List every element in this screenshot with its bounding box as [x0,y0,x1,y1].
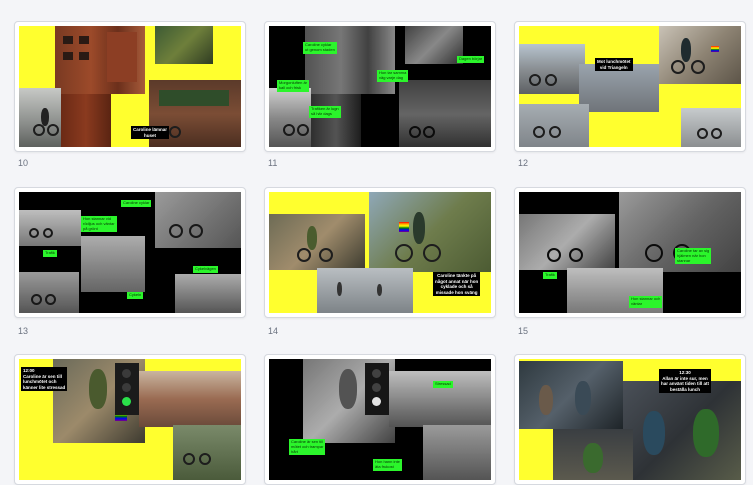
market-photo [173,425,241,480]
slide-tag: Cykeln [127,292,144,299]
slide-tag: Trafiken är lugn så här dags [309,106,341,118]
slide-tag: Hon stannar vid rödljus och väntar på gr… [81,216,117,233]
slide-canvas: Caroline lämnar huset [19,26,241,147]
cyclist-photo [19,210,81,246]
slide-tag: Hon stannar och väntar [629,296,663,308]
building-photo [305,26,395,94]
bike-lane-photo [519,104,589,147]
slide-canvas: 12:00 Caroline är sen till lunchmötet oc… [19,359,241,480]
slide-caption: 12:30 Allan är inte sur, men har använt … [659,369,712,393]
street-photo [389,371,491,427]
slide-number: 11 [268,158,278,168]
slide-canvas: Caroline cyklar ut genom staden Morgonlu… [269,26,491,147]
slide-thumbnail-14[interactable]: Caroline tänkte på något annat när hon c… [264,187,496,318]
slide-tag: Trafik [43,250,57,257]
lunch-photo [623,381,741,480]
crossing-photo [681,108,741,147]
slide-number: 14 [268,326,279,336]
traffic-light-photo [115,363,139,415]
street-photo [81,236,145,292]
slide-tag: Caroline är sen till mötet och trampar h… [289,439,326,456]
slide-tag: Stressad [433,381,453,388]
slide-tag: Caroline cyklar ut genom staden [303,42,337,54]
slide-thumbnail-13[interactable]: Caroline cyklar Hon stannar vid rödljus … [14,187,246,318]
slide-canvas: Stressad Caroline är sen till mötet och … [269,359,491,480]
slide-sorter-grid: Caroline lämnar huset 10 Caroline cyklar… [0,0,753,485]
slide-canvas: Caroline tänkte på något annat när hon c… [269,192,491,313]
table-photo [553,429,633,480]
slide-tag: Cykelvägen [193,266,218,273]
cyclist-photo [269,214,365,270]
road-photo [579,64,659,112]
street-photo [19,88,61,147]
slide-tag: Caroline cyklar [121,200,152,207]
slide-number: 12 [518,158,529,168]
brick-wall-photo [311,94,361,147]
slide-caption: Mot lunchmötet vid Triangeln [595,58,633,71]
slide-number: 10 [18,158,29,168]
slide-thumbnail-18[interactable]: 12:30 Allan är inte sur, men har använt … [514,354,746,485]
slide-thumbnail-16[interactable]: 12:00 Caroline är sen till lunchmötet oc… [14,354,246,485]
slide-caption: Caroline lämnar huset [131,126,170,139]
market-photo [423,425,491,480]
cyclist-photo [659,26,741,84]
street-photo [269,88,311,147]
street-photo [519,44,585,94]
slide-tag: Trafik [543,272,557,279]
lane-photo [19,272,79,313]
tree-photo [405,26,463,64]
corner-photo [175,274,241,313]
slide-canvas: Caroline cyklar Hon stannar vid rödljus … [19,192,241,313]
slide-tag: Morgonluften är kall och frisk [277,80,310,92]
slide-tag: Hon hann inte äta frukost [373,459,402,471]
slide-number: 13 [18,326,29,336]
tree-photo [155,26,213,64]
cyclist-photo [519,214,615,270]
building-photo [55,26,145,94]
slide-caption: 12:00 Caroline är sen till lunchmötet oc… [21,367,68,391]
slide-thumbnail-10[interactable]: Caroline lämnar huset [14,21,246,152]
slide-number: 15 [518,326,529,336]
rainbow-flag-photo [369,192,491,272]
bike-photo [155,192,241,248]
slide-thumbnail-17[interactable]: Stressad Caroline är sen till mötet och … [264,354,496,485]
slide-canvas: 12:30 Allan är inte sur, men har använt … [519,359,741,480]
slide-tag: Dagen börjar [457,56,485,63]
slide-thumbnail-15[interactable]: Caroline tar av sig hjälmen när hon stan… [514,187,746,318]
traffic-light-photo [365,363,389,415]
slide-thumbnail-12[interactable]: Mot lunchmötet vid Triangeln [514,21,746,152]
slide-tag: Hon tar samma väg varje dag [377,70,409,82]
cafe-photo [519,361,623,429]
street-photo [317,268,413,313]
slide-canvas: Mot lunchmötet vid Triangeln [519,26,741,147]
facade-photo [399,80,491,147]
slide-canvas: Caroline tar av sig hjälmen när hon stan… [519,192,741,313]
slide-caption: Caroline tänkte på något annat när hon c… [433,272,481,296]
slide-tag: Caroline tar av sig hjälmen när hon stan… [675,248,712,265]
brick-wall-photo [61,94,111,147]
street-photo [139,371,241,427]
slide-thumbnail-11[interactable]: Caroline cyklar ut genom staden Morgonlu… [264,21,496,152]
